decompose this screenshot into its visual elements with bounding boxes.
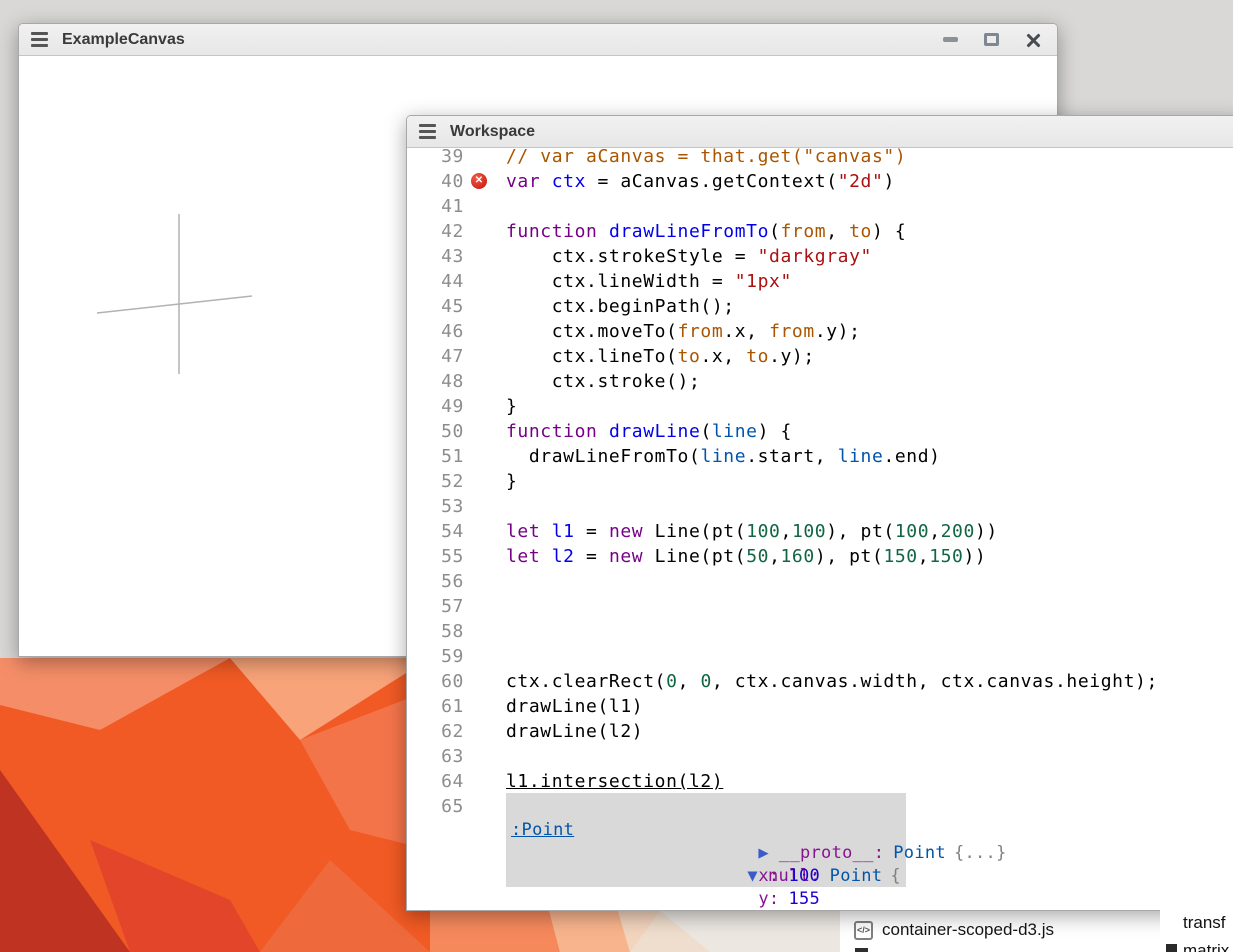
code-line[interactable]: 50function drawLine(line) { <box>407 419 1233 444</box>
code-line[interactable]: 45 ctx.beginPath(); <box>407 294 1233 319</box>
inspector-header-row: :Point ▼null:Point{ <box>506 796 906 819</box>
file-list-panel: </> container-scoped-d3.js <box>840 911 1162 952</box>
code-line[interactable]: 60ctx.clearRect(0, 0, ctx.canvas.width, … <box>407 669 1233 694</box>
code-line[interactable]: 44 ctx.lineWidth = "1px" <box>407 269 1233 294</box>
line-number: 63 <box>407 744 464 769</box>
window-title: ExampleCanvas <box>62 31 185 49</box>
line-number: 50 <box>407 419 464 444</box>
side-item-matrix[interactable]: matrix <box>1183 941 1229 952</box>
property-row: x:100 <box>506 842 906 865</box>
code-line[interactable]: 59 <box>407 644 1233 669</box>
file-name: container-scoped-d3.js <box>882 920 1054 940</box>
code-line[interactable]: 39// var aCanvas = that.get("canvas") <box>407 148 1233 169</box>
code-line[interactable]: 57 <box>407 594 1233 619</box>
line-number: 59 <box>407 644 464 669</box>
code-lines: 39// var aCanvas = that.get("canvas")40 ✕… <box>407 148 1233 819</box>
line-number: 60 <box>407 669 464 694</box>
close-brace-row: } <box>506 888 906 910</box>
window-controls <box>943 32 1041 48</box>
line-number: 58 <box>407 619 464 644</box>
code-line[interactable]: 48 ctx.stroke(); <box>407 369 1233 394</box>
code-line[interactable]: 62drawLine(l2) <box>407 719 1233 744</box>
line-number: 55 <box>407 544 464 569</box>
code-line[interactable]: 41 <box>407 194 1233 219</box>
property-row: y:155 <box>506 865 906 888</box>
line-number: 41 <box>407 194 464 219</box>
code-line[interactable]: 40✕var ctx = aCanvas.getContext("2d") <box>407 169 1233 194</box>
code-line[interactable]: 64l1.intersection(l2) <box>407 769 1233 794</box>
line-number: 65 <box>407 794 464 819</box>
code-line[interactable]: 55let l2 = new Line(pt(50,160), pt(150,1… <box>407 544 1233 569</box>
code-line[interactable]: 54let l1 = new Line(pt(100,100), pt(100,… <box>407 519 1233 544</box>
maximize-icon[interactable] <box>984 33 999 46</box>
workspace-titlebar[interactable]: Workspace <box>407 116 1233 148</box>
line-number: 42 <box>407 219 464 244</box>
desktop: ExampleCanvas </> container-scoped-d3.js… <box>0 0 1233 952</box>
line-number: 44 <box>407 269 464 294</box>
code-file-icon: </> <box>854 921 873 940</box>
workspace-window: Workspace 39// var aCanvas = that.get("c… <box>406 115 1233 911</box>
line-number: 51 <box>407 444 464 469</box>
proto-row[interactable]: ▶__proto__:Point{...} <box>506 819 906 842</box>
line-number: 48 <box>407 369 464 394</box>
code-line[interactable]: 52} <box>407 469 1233 494</box>
line-number: 62 <box>407 719 464 744</box>
menu-icon[interactable] <box>31 32 48 47</box>
code-line[interactable]: 47 ctx.lineTo(to.x, to.y); <box>407 344 1233 369</box>
code-line[interactable]: 43 ctx.strokeStyle = "darkgray" <box>407 244 1233 269</box>
line-number: 64 <box>407 769 464 794</box>
code-line[interactable]: 58 <box>407 619 1233 644</box>
line-number: 39 <box>407 148 464 169</box>
code-line[interactable]: 51 drawLineFromTo(line.start, line.end) <box>407 444 1233 469</box>
code-line[interactable]: 49} <box>407 394 1233 419</box>
example-canvas-titlebar[interactable]: ExampleCanvas <box>19 24 1057 56</box>
object-inspector-widget[interactable]: :Point ▼null:Point{ ▶__proto__:Point{...… <box>506 793 906 887</box>
line-number: 47 <box>407 344 464 369</box>
code-line[interactable]: 53 <box>407 494 1233 519</box>
line-number: 54 <box>407 519 464 544</box>
line-number: 40 <box>407 169 464 194</box>
line-number: 46 <box>407 319 464 344</box>
line-number: 43 <box>407 244 464 269</box>
line-number: 45 <box>407 294 464 319</box>
code-editor[interactable]: 39// var aCanvas = that.get("canvas")40 ✕… <box>407 148 1233 910</box>
partial-checkbox-icon <box>855 948 868 952</box>
error-circle-icon[interactable]: ✕ <box>471 173 487 189</box>
close-icon[interactable] <box>1025 32 1041 48</box>
code-line[interactable]: 56 <box>407 569 1233 594</box>
line-number: 57 <box>407 594 464 619</box>
side-list-panel: transf matrix <box>1160 905 1233 952</box>
line-number: 61 <box>407 694 464 719</box>
partial-checkbox-icon <box>1166 944 1177 952</box>
window-title: Workspace <box>450 123 535 141</box>
proto-ellipsis: {...} <box>954 843 1007 863</box>
code-line[interactable]: 42function drawLineFromTo(from, to) { <box>407 219 1233 244</box>
line-number: 49 <box>407 394 464 419</box>
side-item-transform[interactable]: transf <box>1183 913 1226 933</box>
line-number: 52 <box>407 469 464 494</box>
code-line[interactable]: 61drawLine(l1) <box>407 694 1233 719</box>
line-number: 56 <box>407 569 464 594</box>
file-list-item[interactable]: </> container-scoped-d3.js <box>840 911 1162 940</box>
code-line[interactable]: 46 ctx.moveTo(from.x, from.y); <box>407 319 1233 344</box>
minimize-icon[interactable] <box>943 37 958 42</box>
line-number: 53 <box>407 494 464 519</box>
code-line[interactable]: 63 <box>407 744 1233 769</box>
menu-icon[interactable] <box>419 124 436 139</box>
